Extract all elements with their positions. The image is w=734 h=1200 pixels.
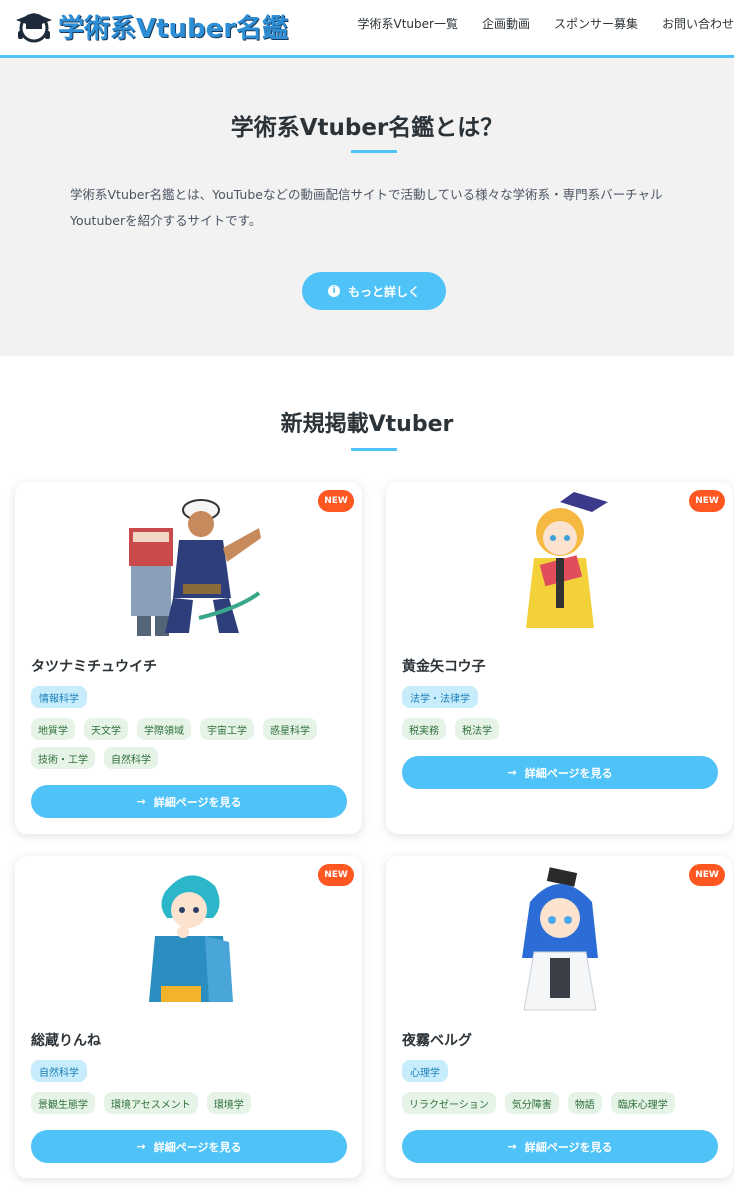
detail-page-button[interactable]: → 詳細ページを見る <box>31 1130 347 1163</box>
vtuber-name[interactable]: 総蔵りんね <box>31 1030 101 1050</box>
sub-tag[interactable]: 税実務 <box>402 718 446 740</box>
new-vtuber-section: 新規掲載Vtuber NEW タツナミチュウイチ 情報科学 地質学 天文学 学際… <box>0 356 734 1200</box>
sub-tag[interactable]: リラクゼーション <box>402 1092 496 1114</box>
sub-tag[interactable]: 物語 <box>567 1092 602 1114</box>
intro-text: 学術系Vtuber名鑑とは、YouTubeなどの動画配信サイトで活動している様々… <box>70 187 663 228</box>
vtuber-avatar-image[interactable] <box>109 488 269 638</box>
section-title: 新規掲載Vtuber <box>280 412 454 437</box>
main-category-tag[interactable]: 情報科学 <box>31 686 87 708</box>
sub-tag[interactable]: 税法学 <box>455 718 499 740</box>
detail-page-label: 詳細ページを見る <box>524 766 613 780</box>
main-category-tag[interactable]: 法学・法律学 <box>402 686 478 708</box>
sub-tag[interactable]: 気分障害 <box>504 1092 559 1114</box>
info-icon: i <box>327 285 340 297</box>
new-badge: NEW <box>318 490 354 512</box>
detail-page-label: 詳細ページを見る <box>153 1140 242 1154</box>
sub-tag[interactable]: 宇宙工学 <box>200 718 254 740</box>
intro-section: 学術系Vtuber名鑑とは？ 学術系Vtuber名鑑とは、YouTubeなどの動… <box>0 58 734 356</box>
detail-page-label: 詳細ページを見る <box>524 1140 613 1154</box>
detail-page-button[interactable]: → 詳細ページを見る <box>31 785 347 818</box>
vtuber-card: NEW 総蔵りんね 自然科学 景観生態学 環境アセスメント 環境学 → 詳細ペー… <box>15 856 362 1178</box>
more-details-button[interactable]: i もっと詳しく <box>302 272 446 310</box>
site-logo[interactable]: 学術系Vtuber名鑑 <box>14 8 288 44</box>
sub-tag[interactable]: 技術・工学 <box>31 747 95 769</box>
main-nav: 学術系Vtuber一覧 企画動画 スポンサー募集 お問い合わせ <box>357 0 734 46</box>
arrow-right-icon: → <box>136 795 146 808</box>
vtuber-name[interactable]: 夜霧ベルグ <box>402 1030 472 1050</box>
sub-tag[interactable]: 学際領域 <box>137 718 191 740</box>
title-underline <box>351 150 397 153</box>
new-badge: NEW <box>318 864 354 886</box>
section-title-underline <box>351 448 397 451</box>
vtuber-card: NEW 夜霧ベルグ 心理学 リラクゼーション 気分障害 物語 臨床心理学 → 詳… <box>386 856 733 1178</box>
vtuber-avatar-image[interactable] <box>109 862 269 1012</box>
new-badge: NEW <box>689 490 725 512</box>
main-category-tag[interactable]: 自然科学 <box>31 1060 87 1082</box>
vtuber-avatar-image[interactable] <box>480 862 640 1012</box>
sub-tag-list: リラクゼーション 気分障害 物語 臨床心理学 <box>402 1092 712 1121</box>
vtuber-card: NEW 黄金矢コウ子 法学・法律学 税実務 税法学 → 詳細ページを見る <box>386 482 733 834</box>
nav-item-contact[interactable]: お問い合わせ <box>662 15 734 32</box>
vtuber-name[interactable]: タツナミチュウイチ <box>31 656 157 676</box>
new-badge: NEW <box>689 864 725 886</box>
arrow-right-icon: → <box>507 1140 517 1153</box>
arrow-right-icon: → <box>507 766 517 779</box>
sub-tag[interactable]: 惑星科学 <box>263 718 317 740</box>
sub-tag[interactable]: 地質学 <box>31 718 75 740</box>
detail-page-button[interactable]: → 詳細ページを見る <box>402 756 718 789</box>
arrow-right-icon: → <box>136 1140 146 1153</box>
graduation-cap-logo-icon <box>14 9 54 43</box>
sub-tag-list: 地質学 天文学 学際領域 宇宙工学 惑星科学 技術・工学 自然科学 <box>31 718 341 776</box>
intro-title: 学術系Vtuber名鑑とは？ <box>230 115 504 141</box>
vtuber-name[interactable]: 黄金矢コウ子 <box>402 656 485 676</box>
nav-item-project-videos[interactable]: 企画動画 <box>482 15 530 32</box>
sub-tag[interactable]: 環境学 <box>206 1092 251 1114</box>
sub-tag[interactable]: 自然科学 <box>104 747 158 769</box>
sub-tag-list: 税実務 税法学 <box>402 718 712 747</box>
logo-text: 学術系Vtuber名鑑 <box>58 13 289 44</box>
nav-item-sponsor[interactable]: スポンサー募集 <box>554 15 638 32</box>
sub-tag[interactable]: 天文学 <box>84 718 128 740</box>
nav-item-vtuber-list[interactable]: 学術系Vtuber一覧 <box>357 15 457 32</box>
sub-tag[interactable]: 景観生態学 <box>31 1092 95 1114</box>
detail-page-label: 詳細ページを見る <box>153 795 242 809</box>
sub-tag-list: 景観生態学 環境アセスメント 環境学 <box>31 1092 341 1121</box>
sub-tag[interactable]: 臨床心理学 <box>610 1092 675 1114</box>
sub-tag[interactable]: 環境アセスメント <box>104 1092 198 1114</box>
site-header: 学術系Vtuber名鑑 学術系Vtuber一覧 企画動画 スポンサー募集 お問い… <box>0 0 734 58</box>
more-details-label: もっと詳しく <box>347 284 420 299</box>
vtuber-avatar-image[interactable] <box>480 488 640 638</box>
main-category-tag[interactable]: 心理学 <box>402 1060 448 1082</box>
detail-page-button[interactable]: → 詳細ページを見る <box>402 1130 718 1163</box>
vtuber-card: NEW タツナミチュウイチ 情報科学 地質学 天文学 学際領域 宇宙工学 惑星科… <box>15 482 362 834</box>
